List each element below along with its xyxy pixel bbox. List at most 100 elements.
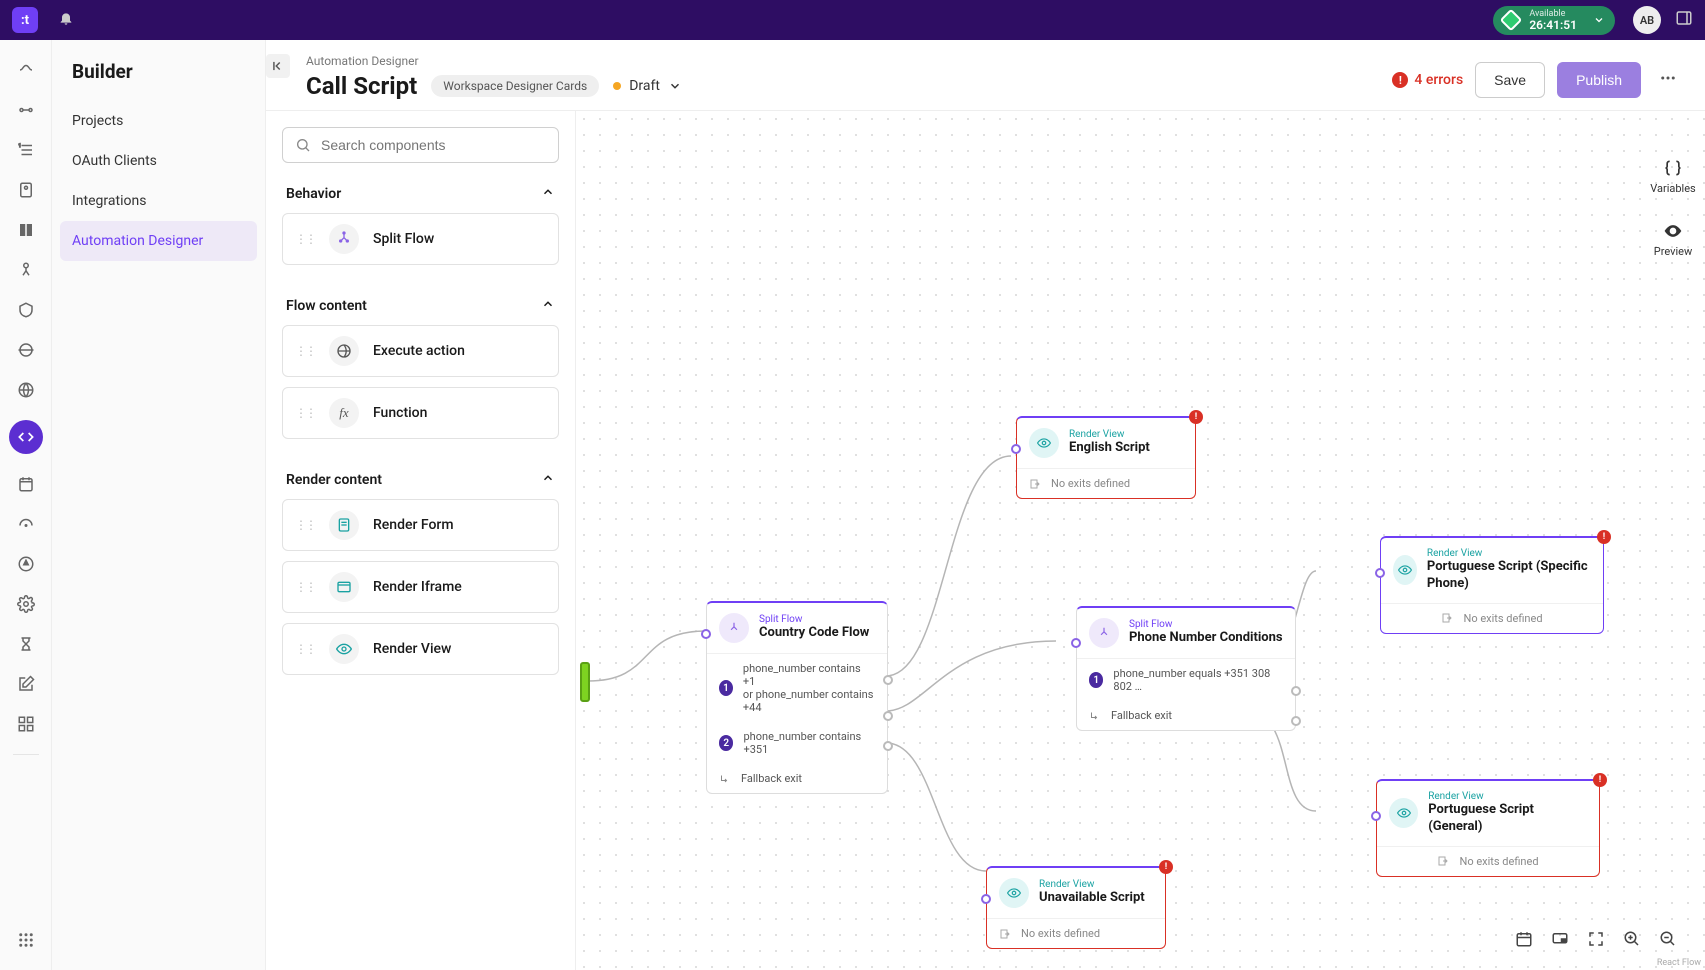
condition-badge-1: 1	[1089, 672, 1103, 688]
rail-icon-8[interactable]	[16, 340, 36, 360]
publish-button[interactable]: Publish	[1557, 62, 1641, 98]
tool-label: Variables	[1650, 182, 1696, 195]
nav-title: Builder	[52, 60, 265, 101]
rail-icon-17[interactable]	[16, 714, 36, 734]
view-icon	[1389, 798, 1418, 828]
bell-icon[interactable]	[58, 10, 74, 30]
drag-handle-icon[interactable]: ⋮⋮	[295, 580, 315, 594]
port-out[interactable]	[883, 675, 893, 685]
rail-icon-2[interactable]	[16, 100, 36, 120]
section-flow-title: Flow content	[286, 298, 367, 314]
component-render-view[interactable]: ⋮⋮ Render View	[282, 623, 559, 675]
drag-handle-icon[interactable]: ⋮⋮	[295, 232, 315, 246]
port-out[interactable]	[1291, 686, 1301, 696]
availability-status[interactable]: Available 26:41:51	[1493, 6, 1615, 35]
rail-icon-15[interactable]	[16, 634, 36, 654]
port-in[interactable]	[1371, 811, 1381, 821]
rail-icon-16[interactable]	[16, 674, 36, 694]
nav-item-integrations[interactable]: Integrations	[52, 181, 265, 221]
component-label: Function	[373, 405, 427, 421]
rail-icon-6[interactable]	[16, 260, 36, 280]
save-button[interactable]: Save	[1475, 62, 1545, 98]
node-portuguese-specific[interactable]: ! Render View Portuguese Script (Specifi…	[1380, 536, 1604, 634]
drag-handle-icon[interactable]: ⋮⋮	[295, 518, 315, 532]
component-execute-action[interactable]: ⋮⋮ Execute action	[282, 325, 559, 377]
node-phone-conditions[interactable]: Split Flow Phone Number Conditions 1 pho…	[1076, 606, 1296, 731]
port-in[interactable]	[1011, 444, 1021, 454]
port-out[interactable]	[883, 711, 893, 721]
calendar-icon[interactable]	[1515, 930, 1533, 952]
rail-icon-3[interactable]: 1	[16, 140, 36, 160]
condition-text: or phone_number contains +44	[743, 688, 875, 714]
condition-text: phone_number contains +1	[743, 662, 875, 688]
node-country-code-flow[interactable]: Split Flow Country Code Flow 1 phone_num…	[706, 601, 888, 794]
chevron-up-icon[interactable]	[541, 471, 555, 489]
zoom-out-icon[interactable]	[1659, 930, 1677, 952]
noexit-label: No exits defined	[1021, 927, 1100, 940]
preview-tool[interactable]: Preview	[1654, 221, 1692, 258]
noexit-label: No exits defined	[1463, 612, 1542, 625]
chevron-down-icon	[668, 79, 682, 93]
component-function[interactable]: ⋮⋮ fx Function	[282, 387, 559, 439]
node-type-label: Render View	[1428, 791, 1587, 802]
drag-handle-icon[interactable]: ⋮⋮	[295, 642, 315, 656]
rail-icon-5[interactable]	[16, 220, 36, 240]
rail-icon-14[interactable]	[16, 594, 36, 614]
app-logo[interactable]: :t	[12, 7, 38, 33]
status-dot-icon	[613, 82, 621, 90]
variables-tool[interactable]: Variables	[1650, 158, 1696, 195]
node-english-script[interactable]: ! Render View English Script No exits de…	[1016, 416, 1196, 499]
port-out[interactable]	[883, 741, 893, 751]
context-chip[interactable]: Workspace Designer Cards	[431, 75, 599, 97]
component-render-iframe[interactable]: ⋮⋮ Render Iframe	[282, 561, 559, 613]
component-label: Render Iframe	[373, 579, 462, 595]
port-out[interactable]	[1291, 716, 1301, 726]
status-dropdown[interactable]: Draft	[613, 78, 682, 94]
rail-icon-7[interactable]	[16, 300, 36, 320]
drag-handle-icon[interactable]: ⋮⋮	[295, 344, 315, 358]
apps-icon[interactable]	[16, 930, 36, 950]
exit-icon	[999, 928, 1011, 940]
collapse-nav-icon[interactable]	[266, 54, 290, 78]
eye-icon	[1663, 221, 1683, 241]
node-title: Country Code Flow	[759, 625, 869, 642]
port-in[interactable]	[1071, 638, 1081, 648]
port-in[interactable]	[1375, 568, 1385, 578]
node-unavailable-script[interactable]: ! Render View Unavailable Script No exit…	[986, 866, 1166, 949]
chevron-up-icon[interactable]	[541, 185, 555, 203]
search-input[interactable]	[321, 137, 546, 153]
status-label: Available	[1529, 10, 1577, 19]
component-render-form[interactable]: ⋮⋮ Render Form	[282, 499, 559, 551]
search-box[interactable]	[282, 127, 559, 163]
condition-badge-2: 2	[719, 735, 733, 751]
start-port[interactable]	[580, 662, 590, 702]
nav-item-oauth[interactable]: OAuth Clients	[52, 141, 265, 181]
fullscreen-icon[interactable]	[1587, 930, 1605, 952]
errors-indicator[interactable]: ! 4 errors	[1392, 72, 1463, 88]
nav-item-projects[interactable]: Projects	[52, 101, 265, 141]
screen-icon[interactable]	[1551, 930, 1569, 952]
rail-icon-11[interactable]	[16, 474, 36, 494]
node-portuguese-general[interactable]: ! Render View Portuguese Script (General…	[1376, 779, 1600, 877]
rail-icon-code[interactable]	[9, 420, 43, 454]
chevron-up-icon[interactable]	[541, 297, 555, 315]
rail-icon-9[interactable]	[16, 380, 36, 400]
nav-item-automation[interactable]: Automation Designer	[60, 221, 257, 261]
zoom-in-icon[interactable]	[1623, 930, 1641, 952]
port-in[interactable]	[981, 894, 991, 904]
condition-text: phone_number equals +351 308 802 …	[1113, 667, 1283, 693]
drag-handle-icon[interactable]: ⋮⋮	[295, 406, 315, 420]
rail-icon-4[interactable]	[16, 180, 36, 200]
flow-canvas[interactable]: Split Flow Country Code Flow 1 phone_num…	[576, 111, 1705, 970]
node-type-label: Render View	[1039, 879, 1145, 890]
error-icon: !	[1392, 72, 1408, 88]
rail-icon-13[interactable]	[16, 554, 36, 574]
section-behavior-title: Behavior	[286, 186, 341, 202]
port-in[interactable]	[701, 629, 711, 639]
rail-icon-12[interactable]	[16, 514, 36, 534]
rail-icon-1[interactable]	[16, 60, 36, 80]
panel-toggle-icon[interactable]	[1675, 9, 1693, 31]
more-icon[interactable]	[1653, 69, 1683, 92]
component-split-flow[interactable]: ⋮⋮ Split Flow	[282, 213, 559, 265]
avatar[interactable]: AB	[1633, 6, 1661, 34]
